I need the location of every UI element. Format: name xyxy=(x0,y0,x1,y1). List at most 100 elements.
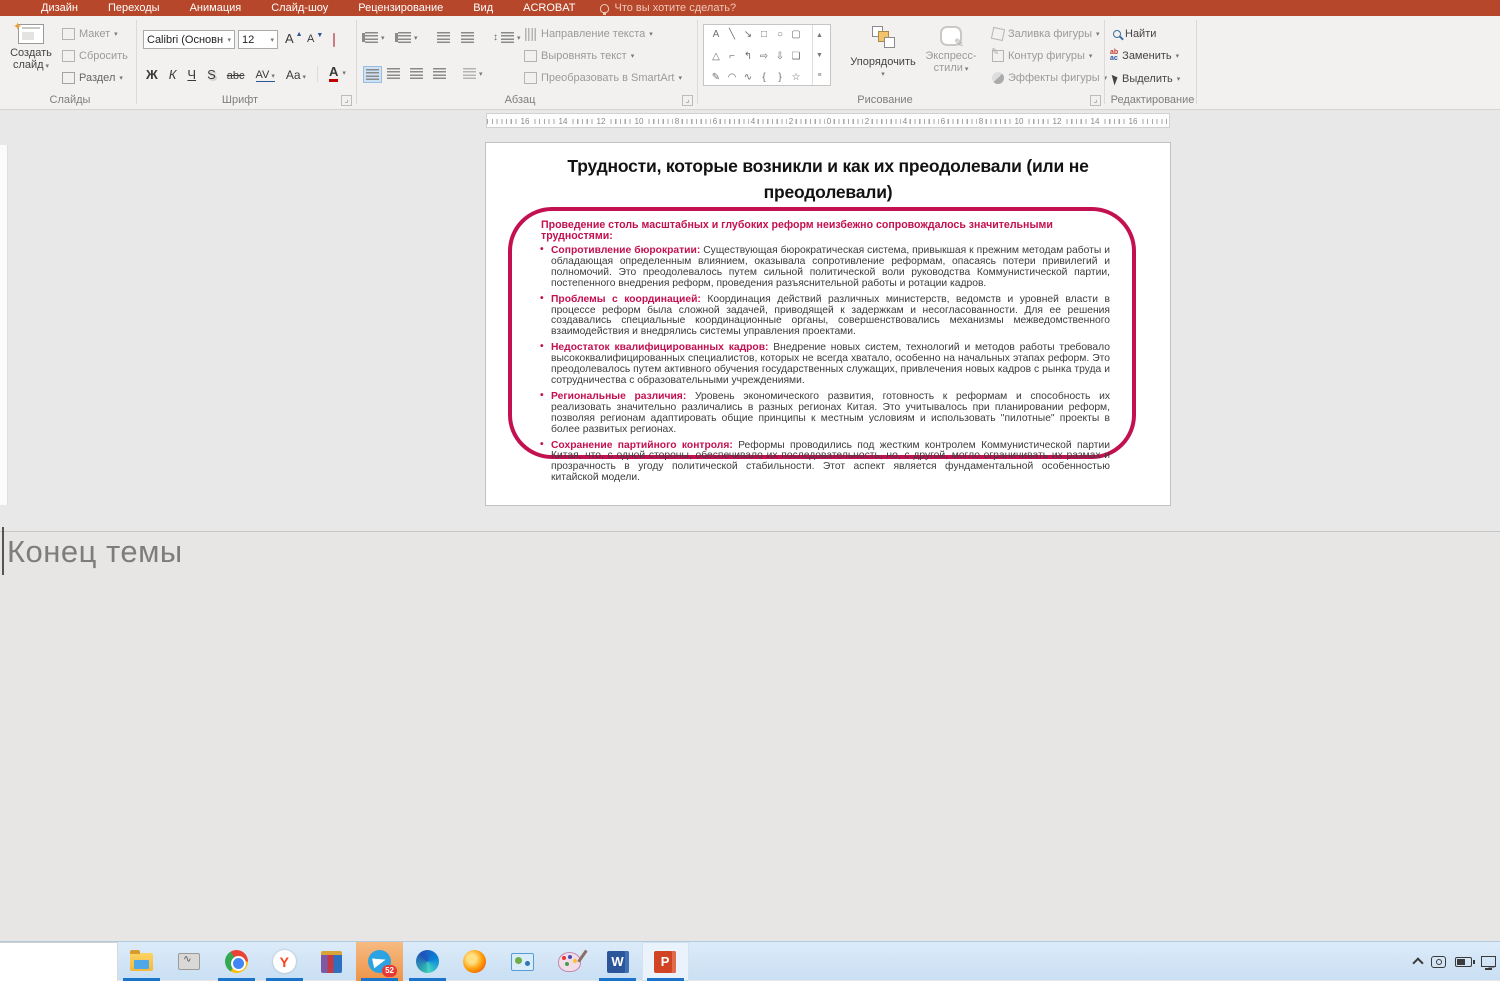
shape-icon[interactable]: { xyxy=(756,70,772,85)
reset-slide-button[interactable]: Сбросить xyxy=(62,50,128,62)
shape-icon[interactable]: △ xyxy=(708,49,724,64)
shape-outline-button[interactable]: ✎ Контур фигуры ▾ xyxy=(991,47,1092,62)
clear-formatting-button[interactable] xyxy=(333,33,335,47)
shape-icon[interactable]: ○ xyxy=(772,27,788,42)
shape-effects-icon xyxy=(992,72,1004,84)
section-button[interactable]: Раздел ▾ xyxy=(62,72,123,84)
taskbar-icon-firefox[interactable] xyxy=(451,942,498,981)
shape-icon[interactable]: □ xyxy=(756,27,772,42)
quick-styles-button[interactable]: Экспресс-стили ▾ xyxy=(920,26,982,74)
tray-network-icon[interactable] xyxy=(1481,956,1496,970)
slide-title[interactable]: Трудности, которые возникли и как их пре… xyxy=(527,153,1129,205)
tell-me-box[interactable]: Что вы хотите сделать? xyxy=(600,2,736,15)
text-direction-button[interactable]: Направление текста ▾ xyxy=(524,27,653,41)
increase-indent-button[interactable] xyxy=(461,32,474,43)
gallery-more-icon[interactable]: ≡ xyxy=(813,65,826,85)
find-button[interactable]: Найти xyxy=(1113,28,1156,40)
tab-slideshow[interactable]: Слайд-шоу xyxy=(256,0,343,16)
gallery-scroll-up-icon[interactable]: ▲ xyxy=(813,25,826,45)
slide[interactable]: Трудности, которые возникли и как их пре… xyxy=(486,143,1170,505)
shape-icon[interactable]: ↘ xyxy=(740,27,756,42)
taskbar-icon-word[interactable]: W xyxy=(594,942,641,981)
shape-effects-button[interactable]: Эффекты фигуры ▾ xyxy=(992,72,1107,84)
tab-view[interactable]: Вид xyxy=(458,0,508,16)
char-spacing-button[interactable]: AV ▾ xyxy=(255,69,275,82)
tab-animation[interactable]: Анимация xyxy=(175,0,257,16)
decrease-font-button[interactable]: А ▼ xyxy=(307,32,323,46)
shape-gallery-scroll[interactable]: ▲ ▼ ≡ xyxy=(812,25,826,85)
align-left-button[interactable] xyxy=(363,66,382,83)
underline-button[interactable]: Ч xyxy=(187,67,196,82)
tab-review[interactable]: Рецензирование xyxy=(343,0,458,16)
bold-button[interactable]: Ж xyxy=(146,67,158,82)
taskbar-icon-chrome[interactable] xyxy=(213,942,260,981)
taskbar-icon-powerpoint[interactable]: P xyxy=(641,942,689,981)
taskbar-icon-system-monitor[interactable] xyxy=(166,942,213,981)
new-slide-button[interactable]: ✦ Создать слайд ▾ xyxy=(10,21,52,73)
taskbar: Y 52 W P xyxy=(0,941,1500,981)
taskbar-icon-edge[interactable] xyxy=(404,942,451,981)
tab-acrobat[interactable]: ACROBAT xyxy=(508,0,590,16)
thumbnail-panel-edge[interactable] xyxy=(0,145,8,505)
text-shadow-button[interactable]: S xyxy=(207,67,216,82)
shape-icon[interactable]: ╲ xyxy=(724,27,740,42)
paragraph-dialog-launcher[interactable]: ⌟ xyxy=(682,95,693,106)
layout-button[interactable]: Макет ▾ xyxy=(62,28,118,40)
taskbar-icon-winrar[interactable] xyxy=(308,942,355,981)
font-size-combo[interactable]: 12 ▾ xyxy=(238,30,278,49)
gallery-scroll-down-icon[interactable]: ▼ xyxy=(813,45,826,65)
decrease-indent-button[interactable] xyxy=(437,32,450,43)
tab-design[interactable]: Дизайн xyxy=(26,0,93,16)
taskbar-icon-telegram[interactable]: 52 xyxy=(356,942,403,981)
align-right-icon xyxy=(410,68,423,79)
columns-button[interactable]: ▾ xyxy=(463,68,483,79)
tray-battery-icon[interactable] xyxy=(1455,956,1475,967)
shape-icon[interactable]: ⇩ xyxy=(772,49,788,64)
line-spacing-button[interactable]: ↕ ▾ xyxy=(493,32,521,43)
taskbar-icon-photo-viewer[interactable] xyxy=(499,942,546,981)
shape-fill-button[interactable]: Заливка фигуры ▾ xyxy=(990,26,1100,42)
font-dialog-launcher[interactable]: ⌟ xyxy=(341,95,352,106)
shape-icon[interactable]: ∿ xyxy=(740,70,756,85)
increase-font-button[interactable]: А ▲ xyxy=(285,31,303,46)
shape-icon[interactable]: ❏ xyxy=(788,49,804,64)
font-size-value: 12 xyxy=(242,33,255,46)
select-button[interactable]: Выделить ▾ xyxy=(1111,73,1180,85)
align-text-button[interactable]: Выровнять текст ▾ xyxy=(524,50,634,62)
strikethrough-button[interactable]: abc xyxy=(227,70,245,82)
replace-button[interactable]: ab ac Заменить ▾ xyxy=(1110,49,1179,62)
tab-transitions[interactable]: Переходы xyxy=(93,0,175,16)
shape-icon[interactable]: ⌐ xyxy=(724,49,740,64)
shape-icon[interactable]: ☆ xyxy=(788,70,804,85)
shape-icon[interactable]: ↰ xyxy=(740,49,756,64)
shape-icon[interactable]: ◠ xyxy=(724,70,740,85)
align-right-button[interactable] xyxy=(410,68,423,79)
italic-button[interactable]: К xyxy=(169,67,177,82)
text-caret xyxy=(2,527,4,575)
taskbar-icon-paint[interactable] xyxy=(546,942,593,981)
bullet-list-button[interactable]: ▾ xyxy=(365,32,385,43)
notes-text[interactable]: Конец темы xyxy=(7,534,183,570)
tray-chevron-icon[interactable] xyxy=(1412,957,1424,969)
font-color-button[interactable]: А xyxy=(329,64,339,82)
align-justify-button[interactable] xyxy=(433,68,446,79)
taskbar-icon-file-explorer[interactable] xyxy=(118,942,165,981)
shape-icon[interactable]: ⇨ xyxy=(756,49,772,64)
change-case-button[interactable]: Aa ▾ xyxy=(286,68,306,82)
shape-icon[interactable]: A xyxy=(708,27,724,42)
bullet-list: Сопротивление бюрократии: Существующая б… xyxy=(540,245,1110,484)
font-name-combo[interactable]: Calibri (Основн ▾ xyxy=(143,30,235,49)
shape-icon[interactable]: } xyxy=(772,70,788,85)
numbered-list-button[interactable]: ▾ xyxy=(398,32,418,43)
convert-smartart-button[interactable]: Преобразовать в SmartArt ▾ xyxy=(524,72,682,84)
sparkle-icon: ✦ xyxy=(13,21,23,33)
shape-icon[interactable]: ▢ xyxy=(788,27,804,42)
shape-icon[interactable]: ✎ xyxy=(708,70,724,85)
content-box[interactable]: Проведение столь масштабных и глубоких р… xyxy=(508,207,1136,483)
lower-pane[interactable]: Конец темы xyxy=(0,527,1500,941)
arrange-button[interactable]: Упорядочить ▾ xyxy=(848,26,918,78)
tray-display-icon[interactable] xyxy=(1431,955,1446,968)
taskbar-icon-yandex-browser[interactable]: Y xyxy=(261,942,308,981)
drawing-dialog-launcher[interactable]: ⌟ xyxy=(1090,95,1101,106)
align-center-button[interactable] xyxy=(387,68,400,79)
